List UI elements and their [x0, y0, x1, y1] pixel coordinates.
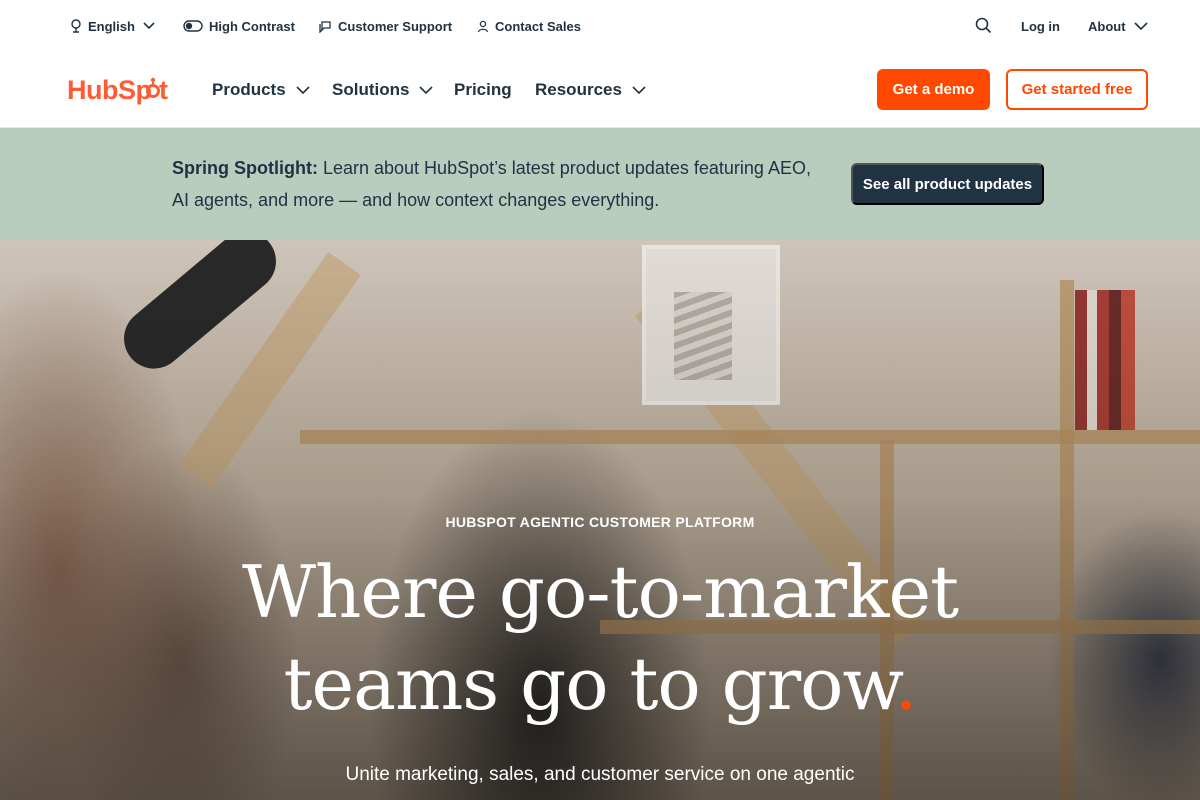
nav-products[interactable]: Products: [212, 78, 310, 102]
hero-headline: Where go-to-market teams go to grow.: [0, 546, 1200, 730]
hubspot-logo[interactable]: HubSp t: [67, 74, 169, 106]
nav-pricing-label: Pricing: [454, 80, 512, 99]
main-navigation: HubSp t Products Solutions Pricing Resou…: [0, 52, 1200, 128]
chevron-down-icon: [419, 86, 434, 94]
hero-section: HUBSPOT AGENTIC CUSTOMER PLATFORM Where …: [0, 240, 1200, 800]
nav-solutions[interactable]: Solutions: [332, 78, 434, 102]
language-selector[interactable]: English: [70, 15, 155, 37]
contact-sales-label: Contact Sales: [495, 18, 581, 34]
hubspot-logo-icon: HubSp t: [67, 75, 169, 105]
get-a-demo-button[interactable]: Get a demo: [877, 69, 990, 110]
chat-icon: [319, 20, 332, 33]
utility-bar: English High Contrast Customer Support C…: [0, 0, 1200, 52]
about-menu[interactable]: About: [1088, 15, 1148, 37]
chevron-down-icon: [143, 22, 155, 30]
customer-support-label: Customer Support: [338, 18, 453, 34]
language-label: English: [88, 18, 135, 34]
about-label: About: [1088, 18, 1126, 34]
chevron-down-icon: [632, 86, 646, 94]
nav-products-label: Products: [212, 80, 286, 99]
announcement-title: Spring Spotlight:: [172, 158, 318, 178]
chevron-down-icon: [296, 86, 310, 94]
hero-subline: Unite marketing, sales, and customer ser…: [345, 764, 855, 785]
nav-resources-label: Resources: [535, 80, 622, 99]
svg-text:t: t: [159, 75, 168, 105]
svg-text:HubSp: HubSp: [67, 75, 152, 105]
search-button[interactable]: [975, 16, 992, 38]
get-started-free-button[interactable]: Get started free: [1006, 69, 1148, 110]
person-icon: [477, 20, 489, 33]
high-contrast-toggle[interactable]: High Contrast: [183, 15, 295, 37]
announcement-text: Spring Spotlight: Learn about HubSpot’s …: [172, 152, 812, 216]
login-link[interactable]: Log in: [1021, 15, 1060, 37]
toggle-icon: [183, 20, 203, 32]
hero-headline-line1: Where go-to-market: [241, 550, 959, 634]
high-contrast-label: High Contrast: [209, 18, 295, 34]
hero-headline-dot: .: [894, 642, 918, 726]
see-product-updates-button[interactable]: See all product updates: [851, 163, 1044, 205]
hero-eyebrow: HUBSPOT AGENTIC CUSTOMER PLATFORM: [445, 514, 755, 530]
contact-sales-link[interactable]: Contact Sales: [477, 15, 581, 37]
hero-headline-line2: teams go to grow: [283, 642, 896, 726]
nav-resources[interactable]: Resources: [535, 78, 646, 102]
search-icon: [975, 17, 992, 37]
nav-solutions-label: Solutions: [332, 80, 410, 99]
announcement-banner: Spring Spotlight: Learn about HubSpot’s …: [0, 128, 1200, 240]
customer-support-link[interactable]: Customer Support: [319, 15, 452, 37]
nav-pricing[interactable]: Pricing: [454, 78, 512, 102]
chevron-down-icon: [1133, 22, 1148, 30]
globe-icon: [70, 19, 82, 33]
